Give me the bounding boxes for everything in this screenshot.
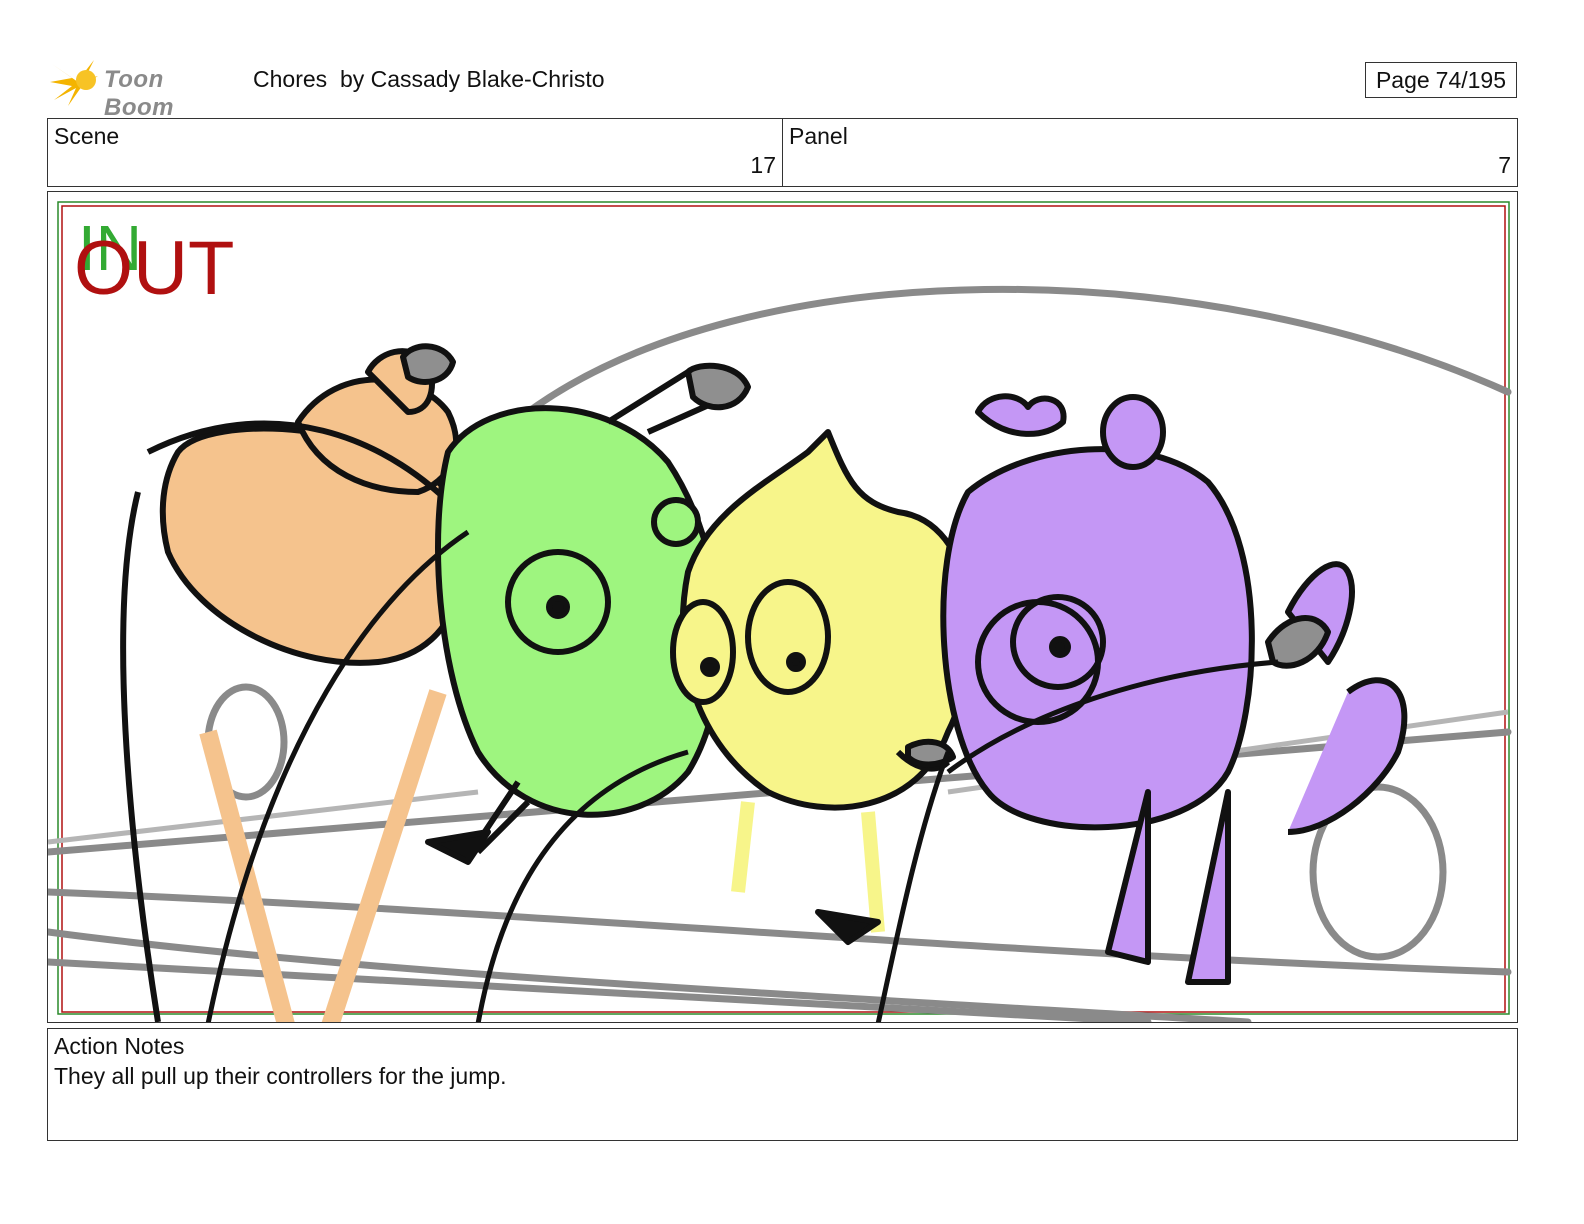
purple-character — [940, 393, 1408, 985]
document-title: Chores by Cassady Blake-Christo — [253, 66, 605, 93]
page-indicator: Page 74/195 — [1365, 62, 1517, 98]
action-notes-label: Action Notes — [54, 1033, 185, 1059]
orange-character — [120, 343, 471, 1022]
panel-label: Panel — [789, 123, 848, 149]
out-marker: OUT — [74, 226, 234, 311]
author-text: by Cassady Blake-Christo — [339, 66, 605, 92]
scene-number: 17 — [750, 152, 776, 178]
page-value: 74/195 — [1435, 67, 1507, 93]
scene-label: Scene — [54, 123, 120, 149]
storyboard-drawing: IN OUT — [48, 201, 1512, 1022]
action-notes-text: They all pull up their controllers for t… — [54, 1063, 507, 1089]
panel-box: Panel 7 — [782, 118, 1518, 187]
storyboard-frame: IN OUT — [47, 191, 1518, 1023]
logo-text: Toon Boom — [104, 66, 174, 121]
toon-boom-logo: Toon Boom — [50, 56, 240, 121]
title-text: Chores — [253, 66, 328, 92]
panel-number: 7 — [1498, 152, 1511, 178]
starburst-icon — [50, 60, 98, 106]
yellow-character — [670, 429, 974, 945]
page-label: Page — [1375, 67, 1430, 93]
scene-box: Scene 17 — [47, 118, 783, 187]
action-notes: Action Notes They all pull up their cont… — [47, 1028, 1518, 1141]
